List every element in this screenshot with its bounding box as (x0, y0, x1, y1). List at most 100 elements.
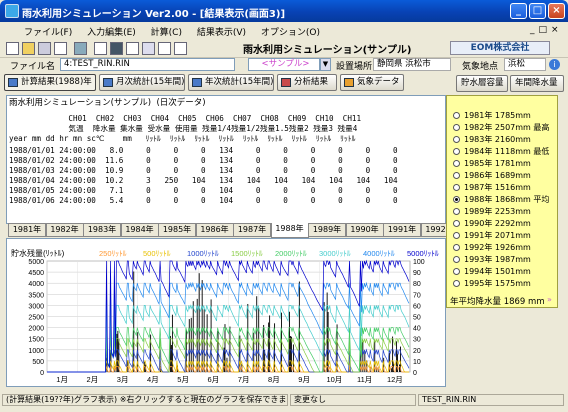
table-caption: 雨水利用シミュレーション(サンプル) (日次データ) (9, 98, 206, 108)
year-note: 平均 (533, 195, 550, 204)
year-option[interactable]: 1982年 2507mm 最高 (453, 123, 549, 133)
radio-icon[interactable] (453, 196, 460, 203)
year-option[interactable]: 1991年 2071mm (453, 231, 531, 241)
year-option[interactable]: 1986年 1689mm (453, 171, 531, 181)
tab-year[interactable]: 1985年 (158, 223, 196, 237)
radio-icon[interactable] (453, 244, 460, 251)
year-label: 1989年 (464, 207, 493, 216)
open-folder-icon[interactable] (22, 42, 35, 55)
legend-entry: 5000ﾘｯﾄﾙ (407, 249, 439, 258)
year-option[interactable]: 1993年 1987mm (453, 255, 531, 265)
year-option[interactable]: 1989年 2253mm (453, 207, 531, 217)
name-header: 気温 降水量 集水量 受水量 使用量 残量1/4残量1/2残量1.5残量2 残量… (9, 124, 358, 133)
close-button[interactable]: × (548, 3, 565, 19)
menu-edit[interactable]: 入力編集(E) (81, 22, 142, 38)
tab-year[interactable]: 1992年 (420, 223, 446, 237)
annual-rain-button[interactable]: 年間降水量 (510, 75, 564, 92)
weather-label: 気象地点 (462, 62, 499, 72)
year-option[interactable]: 1992年 1926mm (453, 243, 531, 253)
menu-file[interactable]: ファイル(F) (18, 22, 78, 38)
tab-year[interactable]: 1988年 (270, 223, 309, 238)
print-icon[interactable] (74, 42, 87, 55)
year-option[interactable]: 1985年 1781mm (453, 159, 531, 169)
tab-year[interactable]: 1982年 (45, 223, 84, 237)
tab-year[interactable]: 1987年 (233, 223, 271, 237)
radio-icon[interactable] (453, 232, 460, 239)
tab-calc-result[interactable]: 計算結果(1988)年 (4, 74, 96, 91)
app-icon (5, 4, 19, 18)
y2-tick-label: 40 (413, 326, 421, 333)
radio-icon[interactable] (453, 148, 460, 155)
tab-monthly-stats[interactable]: 月次統計(15年間) (99, 74, 185, 91)
x-tick-label: 4月 (147, 375, 159, 384)
report-icon[interactable] (158, 42, 171, 55)
year-option[interactable]: 1983年 2160mm (453, 135, 531, 145)
tab-year[interactable]: 1990年 (345, 223, 384, 237)
radio-icon[interactable] (453, 268, 460, 275)
calculator-icon[interactable] (110, 42, 123, 55)
calendar-icon[interactable] (126, 42, 139, 55)
tab-yearly-stats[interactable]: 年次統計(15年間) (188, 74, 274, 91)
rain-bar (198, 273, 200, 372)
table-icon (8, 78, 18, 87)
x-tick-label: 1月 (56, 375, 68, 384)
tab-weather-data[interactable]: 気象データ (340, 74, 404, 91)
y2-tick-label: 100 (413, 259, 425, 266)
y2-tick-label: 30 (413, 337, 421, 344)
y2-tick-label: 50 (413, 315, 421, 322)
tab-year[interactable]: 1984年 (120, 223, 159, 237)
tab-year[interactable]: 1991年 (383, 223, 421, 237)
year-rainfall: 1781mm (494, 159, 531, 168)
rain-bar (201, 280, 203, 372)
grid-icon[interactable] (142, 42, 155, 55)
chart-icon (103, 78, 113, 87)
year-option[interactable]: 1987年 1516mm (453, 183, 531, 193)
file-name-field[interactable]: 4:TEST_RIN.RIN (60, 58, 235, 71)
year-option[interactable]: 1988年 1868mm 平均 (453, 195, 549, 205)
year-option[interactable]: 1995年 1575mm (453, 279, 531, 289)
chevron-down-icon[interactable]: ▼ (320, 58, 331, 71)
tab-year[interactable]: 1989年 (308, 223, 346, 237)
radio-icon[interactable] (453, 112, 460, 119)
menu-option[interactable]: オプション(O) (255, 22, 326, 38)
save-icon[interactable] (38, 42, 51, 55)
mdi-controls[interactable]: _□× (530, 25, 560, 37)
tab-analysis[interactable]: 分析結果 (277, 74, 337, 91)
radio-icon[interactable] (453, 172, 460, 179)
maximize-button[interactable]: □ (529, 3, 546, 19)
tab-year[interactable]: 1981年 (8, 223, 46, 237)
storage-capacity-button[interactable]: 貯水層容量 (456, 75, 508, 92)
tab-year[interactable]: 1986年 (195, 223, 234, 237)
year-label: 1984年 (464, 147, 493, 156)
radio-icon[interactable] (453, 208, 460, 215)
table-icon[interactable] (94, 42, 107, 55)
y-tick-label: 3000 (28, 303, 44, 310)
radio-icon[interactable] (453, 280, 460, 287)
storage-chart[interactable]: 貯水残量(ﾘｯﾄﾙ)050010001500200025003000350040… (7, 239, 447, 388)
table-row: 1988/01/03 24:00:00 10.9 0 0 0 134 0 0 0… (9, 166, 398, 175)
year-option[interactable]: 1990年 2292mm (453, 219, 531, 229)
panel-expand-icon[interactable]: » (547, 295, 552, 304)
radio-icon[interactable] (453, 160, 460, 167)
year-option[interactable]: 1994年 1501mm (453, 267, 531, 277)
info-icon[interactable] (174, 42, 187, 55)
radio-icon[interactable] (453, 124, 460, 131)
radio-icon[interactable] (453, 220, 460, 227)
year-option[interactable]: 1984年 1118mm 最低 (453, 147, 549, 157)
year-option[interactable]: 1981年 1785mm (453, 111, 531, 121)
window-title: 雨水利用シミュレーション Ver2.00 - [結果表示(画面3)] (22, 9, 286, 20)
minimize-button[interactable]: _ (510, 3, 527, 19)
x-tick-label: 2月 (87, 375, 99, 384)
y-tick-label: 0 (40, 370, 44, 377)
radio-icon[interactable] (453, 256, 460, 263)
radio-icon[interactable] (453, 184, 460, 191)
sample-select[interactable]: <サンプル> (248, 58, 320, 71)
new-file-icon[interactable] (6, 42, 19, 55)
menu-calc[interactable]: 計算(C) (145, 22, 188, 38)
radio-icon[interactable] (453, 136, 460, 143)
tab-year[interactable]: 1983年 (83, 223, 121, 237)
menu-view[interactable]: 結果表示(V) (191, 22, 252, 38)
legend-entry: 4000ﾘｯﾄﾙ (363, 249, 395, 258)
copy-icon[interactable] (54, 42, 67, 55)
info-icon[interactable]: i (549, 59, 560, 70)
